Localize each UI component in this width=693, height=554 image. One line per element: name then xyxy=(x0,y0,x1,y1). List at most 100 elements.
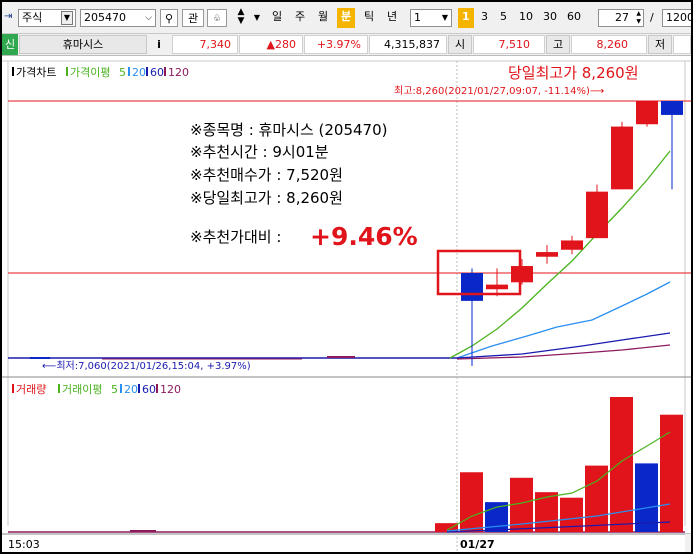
vlegend-ma-marker xyxy=(58,384,60,393)
code-input-value: 205470 xyxy=(84,11,126,24)
xaxis-left-label: 15:03 xyxy=(8,538,40,551)
gwan-button-label: 관 xyxy=(187,12,199,25)
legend-price-chart: 가격차트 xyxy=(16,66,56,79)
volume-legend: 거래량 거래이평 5 20 60 120 xyxy=(12,383,181,396)
market-select[interactable]: 주식 ▼ xyxy=(18,9,76,27)
legend-vma60: 60 xyxy=(142,383,156,396)
legend-vma120: 120 xyxy=(160,383,181,396)
legend-ma5: 5 xyxy=(119,66,126,79)
legend-vma20-marker xyxy=(120,384,122,393)
legend-vma120-marker xyxy=(156,384,158,393)
candle-body[interactable] xyxy=(486,284,508,290)
volume-bar[interactable] xyxy=(660,414,683,532)
headline-annotation: 당일최고가 8,260원 xyxy=(508,64,639,82)
gain-value: +9.46% xyxy=(310,222,418,251)
period-day[interactable]: 일 xyxy=(268,8,286,28)
open-label: 시 xyxy=(448,35,472,54)
scroll-corner[interactable] xyxy=(685,534,691,552)
gain-label: ※추천가대비 : xyxy=(190,228,281,246)
price-legend: 가격차트 가격이평 5 20 60 120 xyxy=(12,66,189,79)
legend-vma20: 20 xyxy=(124,383,138,396)
open-value: 7,510 xyxy=(473,35,545,54)
note-line-3: ※추천매수가 : 7,520원 xyxy=(190,166,343,184)
high-marker: 최고:8,260(2021/01/27,09:07, -11.14%)⟶ xyxy=(394,85,604,97)
gwan-button[interactable]: 관 xyxy=(182,9,204,27)
legend-volume-ma: 거래이평 xyxy=(62,383,102,396)
xaxis-date-label: 01/27 xyxy=(460,538,495,551)
prev-candle xyxy=(327,356,355,358)
volume-bar[interactable] xyxy=(460,472,483,532)
count-separator: / xyxy=(650,11,654,24)
market-select-value: 주식 xyxy=(22,11,43,24)
interval-select[interactable]: 1 ▼ xyxy=(410,9,452,27)
period-month[interactable]: 월 xyxy=(314,8,332,28)
chart-area[interactable]: 가격차트 가격이평 5 20 60 120 당일최고가 8,260원 최고:8,… xyxy=(2,56,691,552)
candle-body[interactable] xyxy=(461,273,483,301)
interval-select-value: 1 xyxy=(414,11,421,24)
volume-value: 4,315,837 xyxy=(369,35,447,54)
quote-bar: 신 휴마시스 i 7,340 ▲280 +3.97% 4,315,837 시 7… xyxy=(2,34,691,56)
code-input[interactable]: 205470 ⌵ xyxy=(80,9,156,27)
current-price: 7,340 xyxy=(172,35,238,54)
legend-ma60-marker xyxy=(146,67,148,76)
chevron-down-icon[interactable]: ▼ xyxy=(253,9,261,27)
interval-5[interactable]: 5 xyxy=(496,8,511,28)
link-icon[interactable]: ⇥ xyxy=(4,9,12,25)
interval-1[interactable]: 1 xyxy=(458,8,474,28)
period-minute[interactable]: 분 xyxy=(337,8,356,28)
candle-body[interactable] xyxy=(611,126,633,190)
low-value xyxy=(673,35,691,54)
chart-window: ⇥ 주식 ▼ 205470 ⌵ ⚲ 관 ♧ ▲ ▼ ▼ 일 주 월 분 틱 년 1… xyxy=(2,2,691,552)
toolbar: ⇥ 주식 ▼ 205470 ⌵ ⚲ 관 ♧ ▲ ▼ ▼ 일 주 월 분 틱 년 1… xyxy=(2,2,691,34)
period-tick[interactable]: 틱 xyxy=(360,8,378,28)
legend-ma120: 120 xyxy=(168,66,189,79)
high-value: 8,260 xyxy=(571,35,647,54)
chevron-down-icon[interactable]: ▼ xyxy=(61,11,73,25)
count-input[interactable]: 27 ▲ ▼ xyxy=(598,9,644,27)
prev-volume-bar xyxy=(130,530,156,532)
interval-60[interactable]: 60 xyxy=(563,8,585,28)
high-label: 고 xyxy=(546,35,570,54)
volume-bar[interactable] xyxy=(635,463,658,532)
candle-body[interactable] xyxy=(636,101,658,125)
period-year[interactable]: 년 xyxy=(383,8,401,28)
stepper-icon[interactable]: ▲ ▼ xyxy=(636,10,641,26)
candle-body[interactable] xyxy=(536,252,558,257)
period-week[interactable]: 주 xyxy=(291,8,309,28)
related-icon[interactable]: ♧ xyxy=(207,9,227,27)
candle-body[interactable] xyxy=(511,266,533,283)
legend-ma60: 60 xyxy=(150,66,164,79)
change-rate: +3.97% xyxy=(304,35,368,54)
credit-badge: 신 xyxy=(2,34,18,55)
chevron-down-icon[interactable]: ⌵ xyxy=(145,10,152,26)
chevron-down-icon[interactable]: ▼ xyxy=(442,10,448,26)
legend-vma5: 5 xyxy=(111,383,118,396)
candle-body[interactable] xyxy=(586,191,608,239)
stock-name: 휴마시스 xyxy=(19,35,147,54)
legend-marker xyxy=(12,67,14,76)
legend-ma-marker xyxy=(66,67,68,76)
prev-candle xyxy=(30,357,50,359)
legend-price-ma: 가격이평 xyxy=(70,66,110,79)
interval-30[interactable]: 30 xyxy=(539,8,561,28)
note-line-2: ※추천시간 : 9시01분 xyxy=(190,143,329,161)
candle-body[interactable] xyxy=(661,101,683,115)
legend-ma20: 20 xyxy=(132,66,146,79)
chart-svg[interactable]: 가격차트 가격이평 5 20 60 120 당일최고가 8,260원 최고:8,… xyxy=(2,56,691,552)
low-marker: ⟵최저:7,060(2021/01/26,15:04, +3.97%) xyxy=(42,360,251,372)
legend-ma20-marker xyxy=(128,67,130,76)
volume-bar[interactable] xyxy=(535,492,558,532)
note-line-1: ※종목명 : 휴마시스 (205470) xyxy=(190,121,388,139)
interval-3[interactable]: 3 xyxy=(477,8,492,28)
candle-body[interactable] xyxy=(561,240,583,250)
count-total: 1200 xyxy=(662,9,691,27)
interval-10[interactable]: 10 xyxy=(515,8,537,28)
info-icon[interactable]: i xyxy=(151,36,167,53)
legend-ma120-marker xyxy=(164,67,166,76)
low-label: 저 xyxy=(648,35,672,54)
vlegend-marker xyxy=(12,384,14,393)
up-down-stepper-icon[interactable]: ▲ ▼ xyxy=(230,8,252,26)
search-icon[interactable]: ⚲ xyxy=(160,9,178,27)
legend-volume: 거래량 xyxy=(16,383,46,396)
note-line-4: ※당일최고가 : 8,260원 xyxy=(190,189,343,207)
